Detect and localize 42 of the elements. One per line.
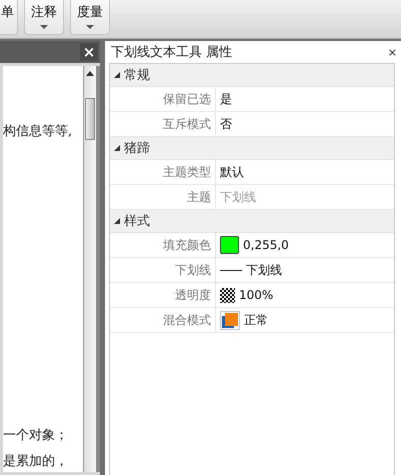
property-value: 下划线 bbox=[246, 262, 282, 278]
property-value: 是 bbox=[220, 90, 232, 108]
caret-icon bbox=[86, 25, 94, 29]
property-label: 互斥模式 bbox=[110, 112, 216, 136]
property-label: 保留已选 bbox=[110, 87, 216, 111]
blend-mode-icon bbox=[220, 310, 240, 330]
close-button[interactable]: × bbox=[388, 46, 397, 58]
document-text: 是累加的， bbox=[3, 453, 69, 470]
caret-icon bbox=[40, 25, 48, 29]
category-header[interactable]: 常规 bbox=[110, 64, 394, 87]
toolbar-button[interactable]: 注释 bbox=[24, 0, 64, 35]
property-value: 否 bbox=[220, 116, 232, 132]
property-label: 混合模式 bbox=[110, 308, 216, 332]
toolbar-button[interactable]: 单 bbox=[0, 0, 18, 35]
triangle-icon[interactable] bbox=[114, 218, 120, 224]
scrollbar-thumb[interactable] bbox=[85, 98, 95, 140]
scrollbar[interactable] bbox=[83, 66, 100, 472]
triangle-icon[interactable] bbox=[114, 72, 120, 78]
property-label: 下划线 bbox=[110, 258, 216, 282]
close-button[interactable]: × bbox=[80, 43, 98, 61]
property-value: 0,255,0 bbox=[243, 238, 289, 252]
checkerboard-icon bbox=[220, 288, 235, 302]
category-label: 常规 bbox=[124, 67, 150, 84]
category-label: 猪蹄 bbox=[124, 140, 150, 157]
category-header[interactable]: 猪蹄 bbox=[110, 137, 394, 160]
toolbar-button[interactable]: 度量 bbox=[70, 0, 110, 35]
property-value: 100% bbox=[239, 288, 274, 302]
panel-title: 下划线文本工具 属性 bbox=[111, 44, 232, 61]
category-label: 样式 bbox=[124, 213, 150, 230]
document-text: 构信息等等, bbox=[3, 123, 74, 140]
property-label: 主题 bbox=[110, 185, 216, 209]
color-swatch[interactable] bbox=[220, 236, 239, 254]
property-label: 主题类型 bbox=[110, 160, 216, 184]
property-value: 正常 bbox=[244, 312, 268, 328]
property-value: 默认 bbox=[220, 164, 244, 180]
property-value: 下划线 bbox=[220, 188, 256, 206]
document-text: 一个对象； bbox=[3, 427, 69, 444]
triangle-icon[interactable] bbox=[114, 145, 120, 151]
category-header[interactable]: 样式 bbox=[110, 210, 394, 233]
arrow-up-icon[interactable] bbox=[86, 70, 94, 76]
property-label: 透明度 bbox=[110, 283, 216, 307]
property-label: 填充颜色 bbox=[110, 233, 216, 257]
